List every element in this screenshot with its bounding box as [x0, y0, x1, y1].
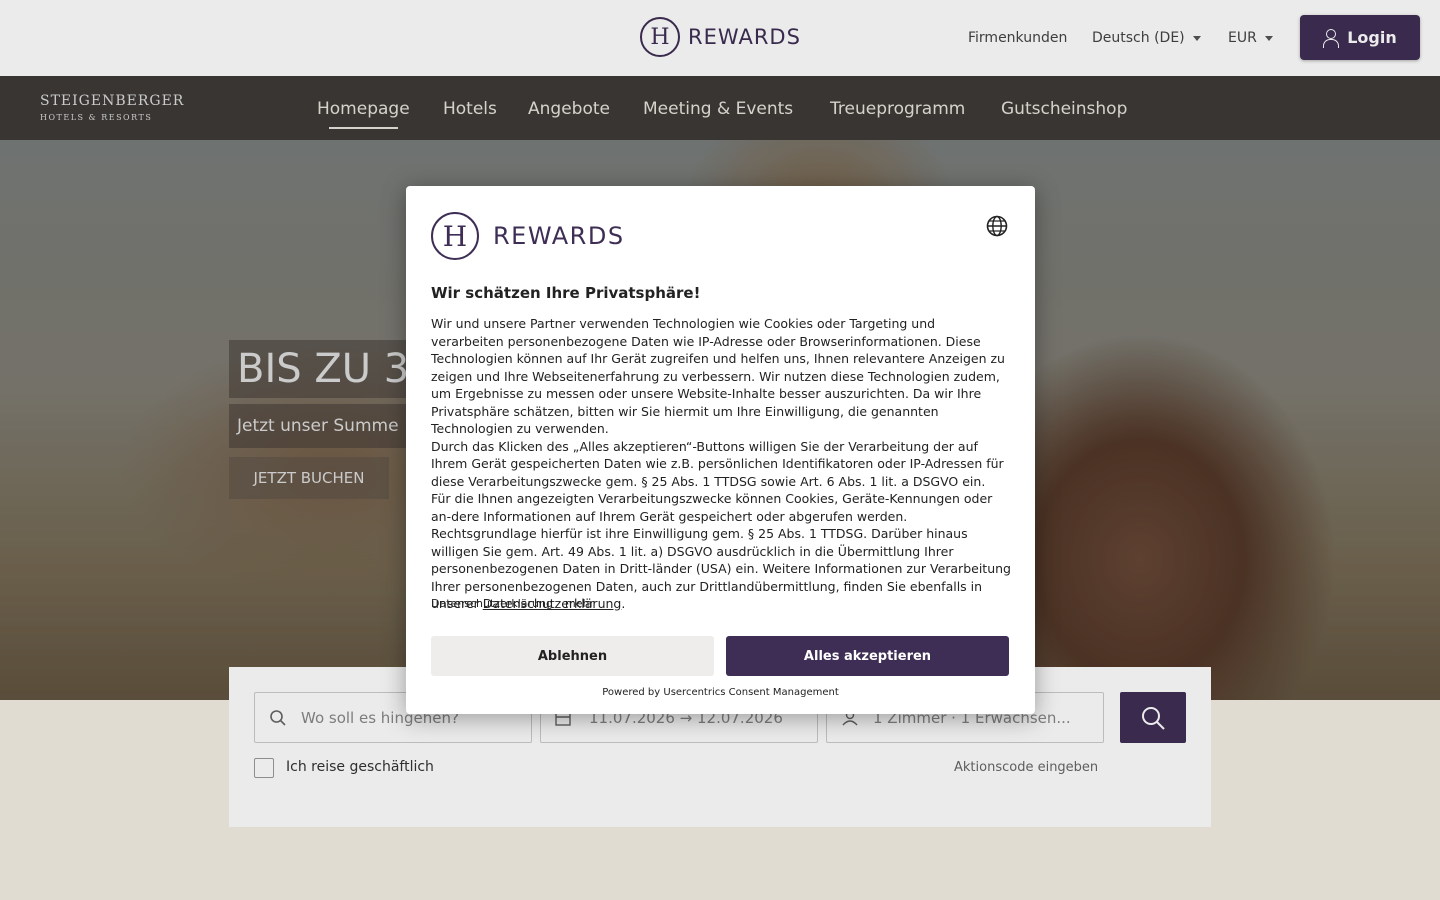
accept-all-button[interactable]: Alles akzeptieren [726, 636, 1009, 676]
consent-rewards-logo: H REWARDS [431, 212, 625, 260]
consent-logo-text: REWARDS [493, 222, 625, 250]
consent-period: . [621, 596, 626, 611]
powered-by-text: Powered by Usercentrics Consent Manageme… [602, 687, 839, 698]
privacy-policy-link[interactable]: Datenschutzerklärung [431, 597, 553, 610]
consent-paragraph-2: Durch das Klicken des „Alles akzeptieren… [431, 438, 1004, 489]
consent-text: Wir und unsere Partner verwenden Technol… [431, 315, 1011, 613]
consent-paragraph-1: Wir und unsere Partner verwenden Technol… [431, 316, 1005, 436]
more-link[interactable]: mehr [565, 597, 594, 610]
deny-button[interactable]: Ablehnen [431, 636, 714, 676]
consent-title: Wir schätzen Ihre Privatsphäre! [431, 284, 701, 302]
consent-paragraph-3: Für die Ihnen angezeigten Verarbeitungsz… [431, 490, 1011, 613]
cookie-consent-dialog: H REWARDS Wir schätzen Ihre Privatsphäre… [406, 186, 1035, 714]
consent-footer-links: Datenschutzerklärung mehr [431, 597, 594, 610]
consent-paragraph-3-text: Für die Ihnen angezeigten Verarbeitungsz… [431, 491, 1011, 611]
globe-icon[interactable] [986, 215, 1008, 237]
h-logo-icon: H [431, 212, 479, 260]
